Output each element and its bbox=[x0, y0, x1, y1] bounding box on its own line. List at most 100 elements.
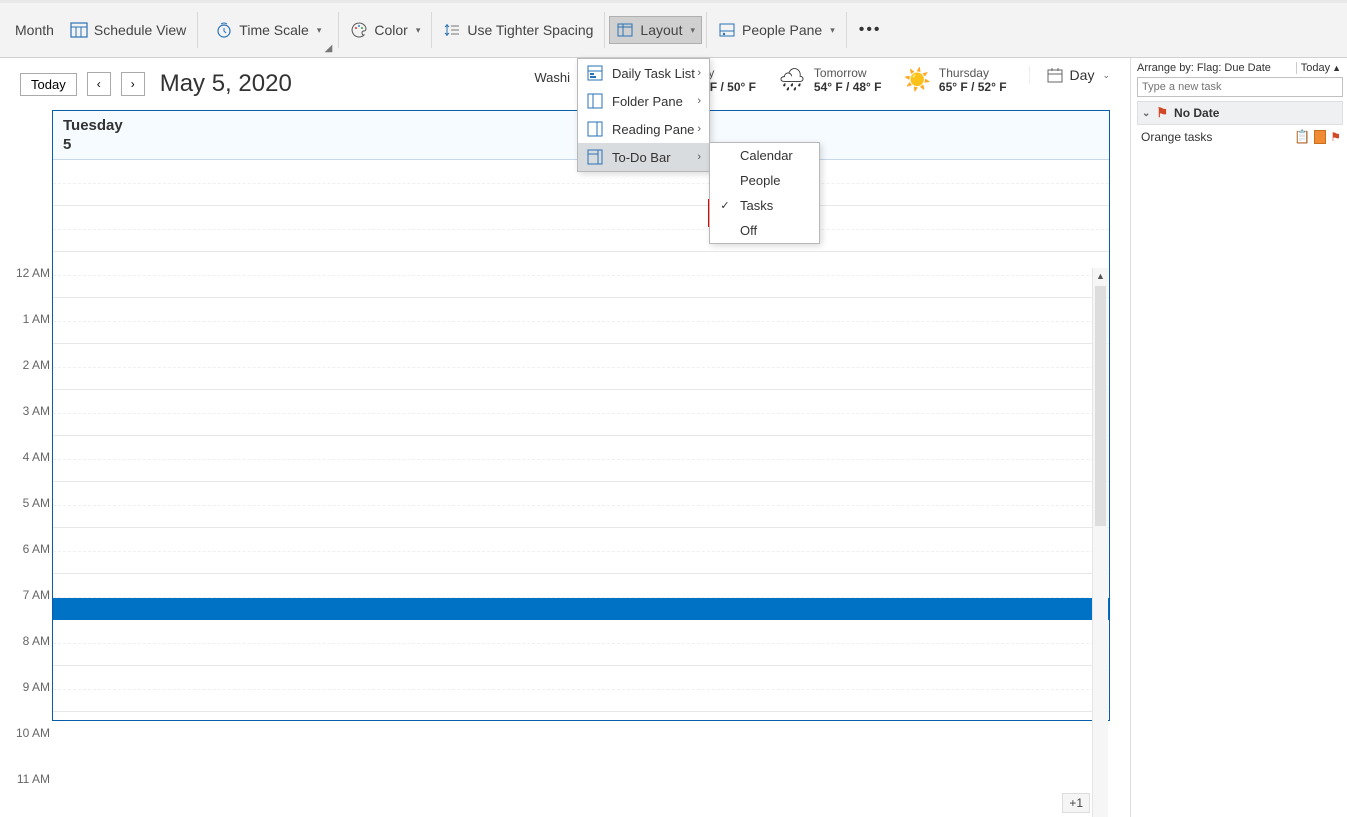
chevron-down-icon: ▾ bbox=[317, 25, 322, 36]
time-scale-label: Time Scale bbox=[239, 22, 309, 38]
chevron-down-icon: ⌄ bbox=[1102, 70, 1110, 81]
task-item-icons: 📋 ⚑ bbox=[1294, 129, 1341, 145]
day-picker[interactable]: Day ⌄ bbox=[1029, 66, 1110, 84]
people-pane-icon bbox=[718, 21, 736, 39]
sunny-icon: ☀️ bbox=[904, 67, 931, 93]
submenu-item-off[interactable]: Off bbox=[710, 218, 840, 243]
chevron-down-icon: ⌄ bbox=[1142, 108, 1150, 119]
schedule-view-button[interactable]: Schedule View bbox=[63, 16, 193, 44]
tighter-spacing-button[interactable]: Use Tighter Spacing bbox=[436, 16, 600, 44]
check-icon: ✓ bbox=[718, 199, 732, 212]
day-column: Tuesday 5 bbox=[52, 110, 1110, 721]
menu-item-label: Tasks bbox=[740, 198, 773, 213]
chevron-right-icon: › bbox=[697, 67, 701, 79]
menu-item-label: Daily Task List bbox=[612, 66, 695, 81]
arrange-by-row[interactable]: Arrange by: Flag: Due Date Today ▲ bbox=[1137, 62, 1343, 74]
scroll-thumb[interactable] bbox=[1095, 286, 1106, 526]
month-button[interactable]: Month bbox=[8, 17, 61, 43]
ribbon-divider bbox=[706, 12, 707, 48]
scroll-down-button[interactable]: ▼ bbox=[1093, 812, 1108, 817]
hour-label: 3 AM bbox=[10, 405, 50, 451]
to-do-bar-icon bbox=[586, 148, 604, 166]
flag-icon: ⚑ bbox=[1156, 105, 1168, 121]
flag-icon[interactable]: ⚑ bbox=[1330, 130, 1341, 144]
scroll-up-button[interactable]: ▲ bbox=[1093, 268, 1108, 284]
time-grid[interactable] bbox=[53, 160, 1109, 720]
group-header-label: No Date bbox=[1174, 106, 1219, 120]
time-scale-button[interactable]: Time Scale ▾ bbox=[208, 16, 328, 44]
ribbon-divider bbox=[604, 12, 605, 48]
ribbon-divider bbox=[846, 12, 847, 48]
calendar-icon bbox=[1046, 66, 1064, 84]
weather-thursday[interactable]: ☀️ Thursday 65° F / 52° F bbox=[904, 66, 1007, 95]
weather-row: oday 66° F / 50° F 🌧 Tomorrow 54° F / 48… bbox=[688, 66, 1110, 95]
layout-icon bbox=[616, 21, 634, 39]
hour-label: 9 AM bbox=[10, 681, 50, 727]
chevron-down-icon: ▾ bbox=[830, 25, 835, 36]
day-picker-label: Day bbox=[1070, 67, 1095, 83]
menu-item-folder-pane[interactable]: Folder Pane › bbox=[578, 87, 709, 115]
more-items-indicator[interactable]: +1 bbox=[1062, 793, 1090, 813]
menu-item-daily-task-list[interactable]: Daily Task List › bbox=[578, 59, 709, 87]
prev-day-button[interactable]: ‹ bbox=[87, 72, 111, 96]
submenu-item-people[interactable]: People bbox=[710, 168, 840, 193]
hour-label: 1 AM bbox=[10, 313, 50, 359]
people-pane-button[interactable]: People Pane ▾ bbox=[711, 16, 842, 44]
more-commands-button[interactable]: ••• bbox=[851, 17, 890, 43]
menu-item-label: To-Do Bar bbox=[612, 150, 671, 165]
hour-label: 8 AM bbox=[10, 635, 50, 681]
chevron-down-icon: ▾ bbox=[690, 25, 695, 36]
chevron-right-icon: › bbox=[697, 151, 701, 163]
weather-tomorrow[interactable]: 🌧 Tomorrow 54° F / 48° F bbox=[778, 66, 882, 95]
calendar-area: Today ‹ › May 5, 2020 Washi oday 66° F /… bbox=[0, 58, 1131, 817]
layout-dropdown-menu: Daily Task List › Folder Pane › Reading … bbox=[577, 58, 710, 172]
chevron-right-icon: › bbox=[697, 123, 701, 135]
vertical-scrollbar[interactable]: ▲ ▼ bbox=[1092, 268, 1108, 817]
chevron-right-icon: › bbox=[697, 95, 701, 107]
date-title: May 5, 2020 bbox=[160, 70, 292, 98]
layout-button[interactable]: Layout ▾ bbox=[609, 16, 702, 44]
hour-label: 4 AM bbox=[10, 451, 50, 497]
reading-pane-icon bbox=[586, 120, 604, 138]
collapse-triangle-icon[interactable]: ▲ bbox=[1330, 63, 1343, 73]
weather-temp: 54° F / 48° F bbox=[814, 80, 882, 94]
time-scale-group: Time Scale ▾ ◢ bbox=[202, 4, 334, 56]
new-task-input[interactable] bbox=[1137, 77, 1343, 97]
todo-bar: Arrange by: Flag: Due Date Today ▲ ⌄ ⚑ N… bbox=[1131, 58, 1347, 817]
arrange-today-label: Today bbox=[1296, 62, 1330, 74]
submenu-item-calendar[interactable]: Calendar bbox=[710, 143, 840, 168]
hour-label: 5 AM bbox=[10, 497, 50, 543]
folder-pane-icon bbox=[586, 92, 604, 110]
menu-item-label: Calendar bbox=[740, 148, 793, 163]
current-time-indicator bbox=[53, 598, 1109, 620]
submenu-item-tasks[interactable]: ✓ Tasks bbox=[710, 193, 840, 218]
chevron-down-icon: ▾ bbox=[416, 25, 421, 36]
month-label: Month bbox=[15, 22, 54, 38]
color-label: Color bbox=[374, 22, 407, 38]
menu-item-label: Reading Pane bbox=[612, 122, 694, 137]
category-orange-icon[interactable] bbox=[1314, 130, 1326, 144]
weather-day-label: Tomorrow bbox=[814, 66, 882, 80]
hour-label: 11 AM bbox=[10, 773, 50, 817]
weather-location[interactable]: Washi bbox=[534, 70, 570, 85]
daily-task-list-icon bbox=[586, 64, 604, 82]
task-item[interactable]: Orange tasks 📋 ⚑ bbox=[1137, 125, 1343, 149]
today-button[interactable]: Today bbox=[20, 73, 77, 96]
time-labels: 12 AM 1 AM 2 AM 3 AM 4 AM 5 AM 6 AM 7 AM… bbox=[10, 267, 50, 817]
task-group-header[interactable]: ⌄ ⚑ No Date bbox=[1137, 101, 1343, 125]
spacing-icon bbox=[443, 21, 461, 39]
hour-label: 2 AM bbox=[10, 359, 50, 405]
people-pane-label: People Pane bbox=[742, 22, 822, 38]
layout-label: Layout bbox=[640, 22, 682, 38]
dialog-launcher-icon[interactable]: ◢ bbox=[325, 43, 333, 54]
color-button[interactable]: Color ▾ bbox=[343, 16, 427, 44]
ribbon-divider bbox=[431, 12, 432, 48]
rain-icon: 🌧 bbox=[778, 67, 806, 93]
clipboard-icon[interactable]: 📋 bbox=[1294, 129, 1310, 145]
next-day-button[interactable]: › bbox=[121, 72, 145, 96]
hour-label: 12 AM bbox=[10, 267, 50, 313]
menu-item-to-do-bar[interactable]: To-Do Bar › bbox=[578, 143, 709, 171]
ribbon-divider bbox=[197, 12, 198, 48]
menu-item-reading-pane[interactable]: Reading Pane › bbox=[578, 115, 709, 143]
weather-day-label: Thursday bbox=[939, 66, 1007, 80]
